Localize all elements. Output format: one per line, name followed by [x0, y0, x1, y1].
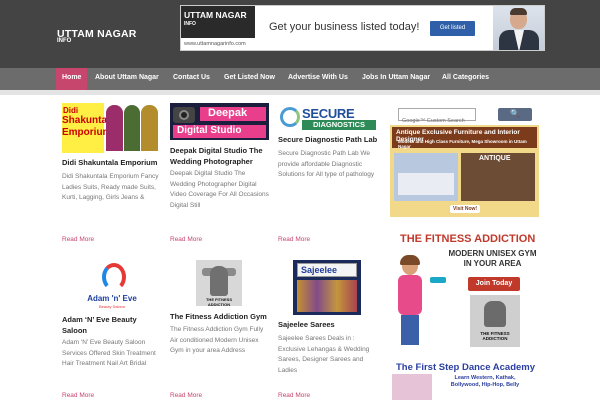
post-title[interactable]: Secure Diagnostic Path Lab: [278, 134, 383, 145]
nav-contact[interactable]: Contact Us: [167, 68, 216, 90]
nav-get-listed[interactable]: Get Listed Now: [218, 68, 281, 90]
ad-logo-text: THE FITNESS ADDICTION: [480, 331, 510, 341]
join-today-button[interactable]: Join Today: [468, 277, 520, 291]
visit-now-button[interactable]: Visit Now!: [450, 205, 481, 213]
thumb-text: Emporium: [62, 127, 112, 138]
thumb-text: SECURE: [302, 106, 355, 121]
post-excerpt: Adam ‘N’ Eve Beauty Saloon Services Offe…: [62, 339, 156, 367]
post-excerpt: Secure Diagnostic Path Lab We provide af…: [278, 150, 375, 178]
thumb-text: Digital Studio: [177, 125, 242, 136]
ad-shop-name: ANTIQUE: [479, 155, 511, 162]
thumb-text: DIAGNOSTICS: [302, 120, 376, 130]
post-thumb-sajeelee[interactable]: Sajeelee: [293, 260, 361, 315]
banner-person-image: [493, 6, 544, 50]
nav-all-categories[interactable]: All Categories: [436, 68, 495, 90]
read-more-link[interactable]: Read More: [170, 392, 202, 399]
sidebar-ad-fitness[interactable]: THE FITNESS ADDICTION MODERN UNISEX GYM …: [390, 225, 539, 355]
read-more-link[interactable]: Read More: [278, 236, 310, 243]
post-thumb-didi[interactable]: Didi Shakuntala Emporium: [62, 103, 158, 153]
main-nav: Home About Uttam Nagar Contact Us Get Li…: [0, 68, 600, 90]
post-thumb-secure[interactable]: SECURE DIAGNOSTICS: [278, 103, 378, 133]
sidebar-ad-furniture[interactable]: Antique Exclusive Furniture and Interior…: [390, 125, 539, 217]
thumb-text: Beauty Saloon: [98, 304, 126, 309]
banner-logo-sub: INFO: [184, 21, 196, 27]
banner-logo-url: www.uttamnagarinfo.com: [184, 41, 246, 47]
banner-headline: Get your business listed today!: [269, 21, 420, 33]
read-more-link[interactable]: Read More: [62, 392, 94, 399]
nav-about[interactable]: About Uttam Nagar: [89, 68, 165, 90]
site-subtitle: INFO: [57, 38, 72, 44]
ad-subtitle: MODERN UNISEX GYM IN YOUR AREA: [448, 249, 537, 268]
ad-shop-image: ANTIQUE: [461, 153, 535, 201]
post-title[interactable]: Adam ‘N’ Eve Beauty Saloon: [62, 314, 157, 336]
thumb-text: Adam 'n' Eve: [87, 294, 137, 303]
site-header: UTTAM NAGAR INFO UTTAM NAGAR INFO www.ut…: [0, 0, 600, 68]
ad-bedroom-image: [394, 153, 458, 201]
nav-jobs[interactable]: Jobs In Uttam Nagar: [356, 68, 436, 90]
sidebar-ad-dance[interactable]: The First Step Dance Academy Learn Weste…: [390, 358, 539, 400]
search-button[interactable]: 🔍: [498, 108, 532, 121]
dumbbell-icon: [430, 277, 446, 283]
post-title[interactable]: Sajeelee Sarees: [278, 319, 378, 330]
post-title[interactable]: Didi Shakuntala Emporium: [62, 157, 162, 168]
post-thumb-adam-eve[interactable]: Adam 'n' Eve Beauty Saloon: [62, 262, 162, 310]
post-title[interactable]: The Fitness Addiction Gym: [170, 311, 275, 322]
nav-advertise[interactable]: Advertise With Us: [282, 68, 354, 90]
thumb-text: Deepak: [208, 107, 248, 119]
ad-gym-logo: THE FITNESS ADDICTION: [470, 295, 520, 347]
nav-home[interactable]: Home: [56, 68, 88, 90]
thumb-text: THE FITNESS ADDICTION: [205, 297, 232, 306]
post-thumb-deepak[interactable]: Deepak Digital Studio: [170, 103, 269, 140]
ad-subline: Modern and High Class Furniture, Mega Sh…: [398, 139, 527, 149]
get-listed-button[interactable]: Get listed: [430, 21, 475, 36]
post-thumb-fitness[interactable]: THE FITNESS ADDICTION: [196, 260, 242, 306]
thumb-text: Didi: [63, 106, 79, 115]
banner-logo: UTTAM NAGAR INFO: [181, 6, 255, 38]
ad-text: Learn Western, Kathak, Bollywood, Hip-Ho…: [450, 375, 520, 388]
header-banner-ad[interactable]: UTTAM NAGAR INFO www.uttamnagarinfo.com …: [180, 5, 545, 51]
read-more-link[interactable]: Read More: [278, 392, 310, 399]
ad-title: The First Step Dance Academy: [396, 362, 536, 373]
post-excerpt: Didi Shakuntala Emporium Fancy Ladies Su…: [62, 173, 159, 201]
post-excerpt: Sajeelee Sarees Deals in : Exclusive Leh…: [278, 335, 370, 374]
read-more-link[interactable]: Read More: [62, 236, 94, 243]
read-more-link[interactable]: Read More: [170, 236, 202, 243]
post-title[interactable]: Deepak Digital Studio The Wedding Photog…: [170, 145, 270, 167]
ad-title: THE FITNESS ADDICTION: [400, 233, 536, 245]
thumb-text: Sajeelee: [301, 265, 338, 275]
search-box: [398, 108, 476, 127]
post-excerpt: The Fitness Addiction Gym Fully Air cond…: [170, 326, 264, 354]
nav-divider: [0, 90, 600, 95]
banner-logo-title: UTTAM NAGAR: [184, 10, 247, 20]
ad-dancer-image: [392, 374, 432, 400]
post-excerpt: Deepak Digital Studio The Wedding Photog…: [170, 170, 269, 209]
ad-model-image: [392, 255, 430, 345]
